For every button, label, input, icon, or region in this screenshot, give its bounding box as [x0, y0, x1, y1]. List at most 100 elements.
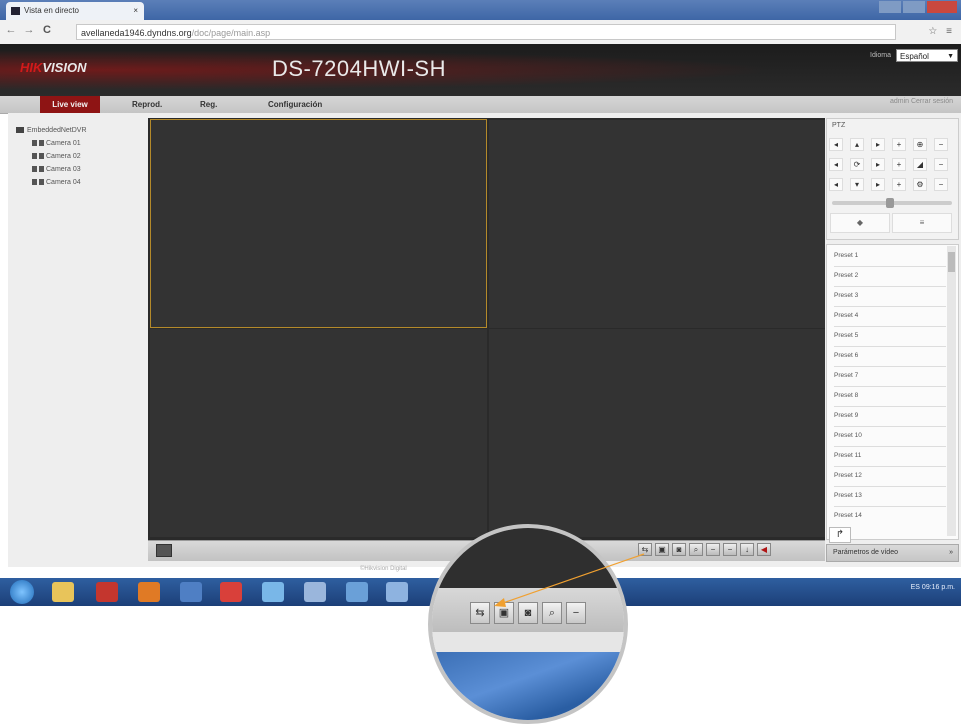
magnified-stop-all-button: ⇆: [470, 602, 490, 624]
preset-item[interactable]: Preset 11: [834, 446, 946, 467]
ptz-button[interactable]: ◢: [913, 158, 927, 171]
preset-item[interactable]: Preset 14: [834, 506, 946, 518]
stop-all-button[interactable]: ⇆: [638, 543, 652, 556]
maximize-button[interactable]: [903, 1, 925, 13]
camera-label: Camera 03: [46, 166, 81, 173]
preset-item[interactable]: Preset 2: [834, 266, 946, 287]
preset-item[interactable]: Preset 7: [834, 366, 946, 387]
preset-scroll-thumb[interactable]: [948, 252, 955, 272]
back-button[interactable]: ←: [4, 24, 18, 36]
language-select[interactable]: Español ▼: [896, 49, 958, 62]
paint-icon[interactable]: [346, 582, 368, 602]
window-controls: [877, 0, 957, 14]
ptz-button[interactable]: +: [892, 158, 906, 171]
preset-item[interactable]: Preset 1: [834, 246, 946, 267]
browser-tab[interactable]: Vista en directo ×: [6, 2, 144, 20]
magnified-prev-button: −: [566, 602, 586, 624]
document-icon[interactable]: [304, 582, 326, 602]
url-path: /doc/page/main.asp: [191, 28, 271, 38]
preset-item[interactable]: Preset 5: [834, 326, 946, 347]
ie-icon[interactable]: [386, 582, 408, 602]
layout-button[interactable]: [156, 544, 172, 557]
explorer-icon[interactable]: [52, 582, 74, 602]
magnified-zoom-button: ⌕: [542, 602, 562, 624]
ptz-wiper-button[interactable]: ≡: [892, 213, 952, 233]
next-page-button[interactable]: −: [723, 543, 737, 556]
preset-item[interactable]: Preset 10: [834, 426, 946, 447]
ptz-button[interactable]: −: [934, 178, 948, 191]
logo-suffix: VISION: [42, 60, 87, 75]
menu-log[interactable]: Reg.: [200, 96, 217, 113]
ptz-button[interactable]: ⊕: [913, 138, 927, 151]
hikvision-logo: HIKVISION: [20, 60, 86, 75]
forward-button[interactable]: →: [22, 24, 36, 36]
video-pane-2[interactable]: [489, 120, 825, 328]
tree-camera-4[interactable]: Camera 04: [16, 176, 146, 189]
url-field[interactable]: avellaneda1946.dyndns.org/doc/page/main.…: [76, 24, 896, 40]
preset-item[interactable]: Preset 6: [834, 346, 946, 367]
camera-icon: [32, 179, 37, 186]
tree-camera-1[interactable]: Camera 01: [16, 137, 146, 150]
preset-item[interactable]: Preset 12: [834, 466, 946, 487]
ptz-button[interactable]: ⟳: [850, 158, 864, 171]
ptz-button[interactable]: +: [892, 138, 906, 151]
video-pane-3[interactable]: [150, 329, 487, 537]
tree-camera-2[interactable]: Camera 02: [16, 150, 146, 163]
ptz-button[interactable]: ▸: [871, 178, 885, 191]
ptz-button[interactable]: +: [892, 178, 906, 191]
zoom-button[interactable]: ⌕: [689, 543, 703, 556]
user-logout[interactable]: admin Cerrar sesión: [890, 98, 953, 105]
preset-item[interactable]: Preset 8: [834, 386, 946, 407]
camera-label: Camera 01: [46, 140, 81, 147]
ptz-button[interactable]: ▴: [850, 138, 864, 151]
ptz-light-button[interactable]: ◆: [830, 213, 890, 233]
reload-button[interactable]: C: [40, 24, 54, 36]
system-tray[interactable]: ES 09:16 p.m.: [911, 584, 955, 591]
preset-scrollbar[interactable]: [947, 246, 956, 536]
ptz-title: PTZ: [832, 122, 846, 129]
ptz-button[interactable]: −: [934, 138, 948, 151]
ptz-button[interactable]: ▸: [871, 138, 885, 151]
footer-copyright: ©Hikvision Digital: [360, 566, 407, 572]
menu-playback[interactable]: Reprod.: [132, 96, 162, 113]
chrome-icon[interactable]: [220, 582, 242, 602]
pdf-reader-icon[interactable]: [96, 582, 118, 602]
microphone-button[interactable]: ↓: [740, 543, 754, 556]
preset-item[interactable]: Preset 13: [834, 486, 946, 507]
start-button[interactable]: [10, 580, 34, 604]
ptz-button[interactable]: ▾: [850, 178, 864, 191]
capture-button[interactable]: ▣: [655, 543, 669, 556]
ptz-button[interactable]: ◂: [829, 178, 843, 191]
menu-live-view[interactable]: Live view: [40, 96, 100, 113]
app-icon[interactable]: [180, 582, 202, 602]
ptz-button[interactable]: ◂: [829, 138, 843, 151]
ptz-button[interactable]: ◂: [829, 158, 843, 171]
video-parameters-bar[interactable]: Parámetros de vídeo »: [826, 544, 959, 562]
video-pane-4[interactable]: [489, 329, 825, 537]
preset-item[interactable]: Preset 3: [834, 286, 946, 307]
video-pane-1[interactable]: [150, 119, 487, 328]
video-parameters-label: Parámetros de vídeo: [833, 549, 898, 556]
ptz-button[interactable]: ▸: [871, 158, 885, 171]
menu-configuration[interactable]: Configuración: [268, 96, 322, 113]
close-window-button[interactable]: [927, 1, 957, 13]
tab-close-icon[interactable]: ×: [133, 2, 138, 20]
tree-camera-3[interactable]: Camera 03: [16, 163, 146, 176]
folder-icon[interactable]: [262, 582, 284, 602]
volume-button[interactable]: ◀: [757, 543, 771, 556]
tray-language: ES: [910, 584, 920, 591]
goto-preset-button[interactable]: ↱: [829, 527, 851, 543]
preset-item[interactable]: Preset 9: [834, 406, 946, 427]
ptz-button[interactable]: −: [934, 158, 948, 171]
chevron-down-icon: ▼: [947, 53, 954, 60]
preset-item[interactable]: Preset 4: [834, 306, 946, 327]
record-button[interactable]: ◙: [672, 543, 686, 556]
minimize-button[interactable]: [879, 1, 901, 13]
ptz-button[interactable]: ⚙: [913, 178, 927, 191]
tree-root[interactable]: EmbeddedNetDVR: [16, 124, 146, 137]
ptz-slider-thumb[interactable]: [886, 198, 894, 208]
magnifier-video-area: [432, 528, 624, 588]
browser-menu-icon[interactable]: ☆ ≡: [928, 26, 955, 37]
media-player-icon[interactable]: [138, 582, 160, 602]
prev-page-button[interactable]: −: [706, 543, 720, 556]
